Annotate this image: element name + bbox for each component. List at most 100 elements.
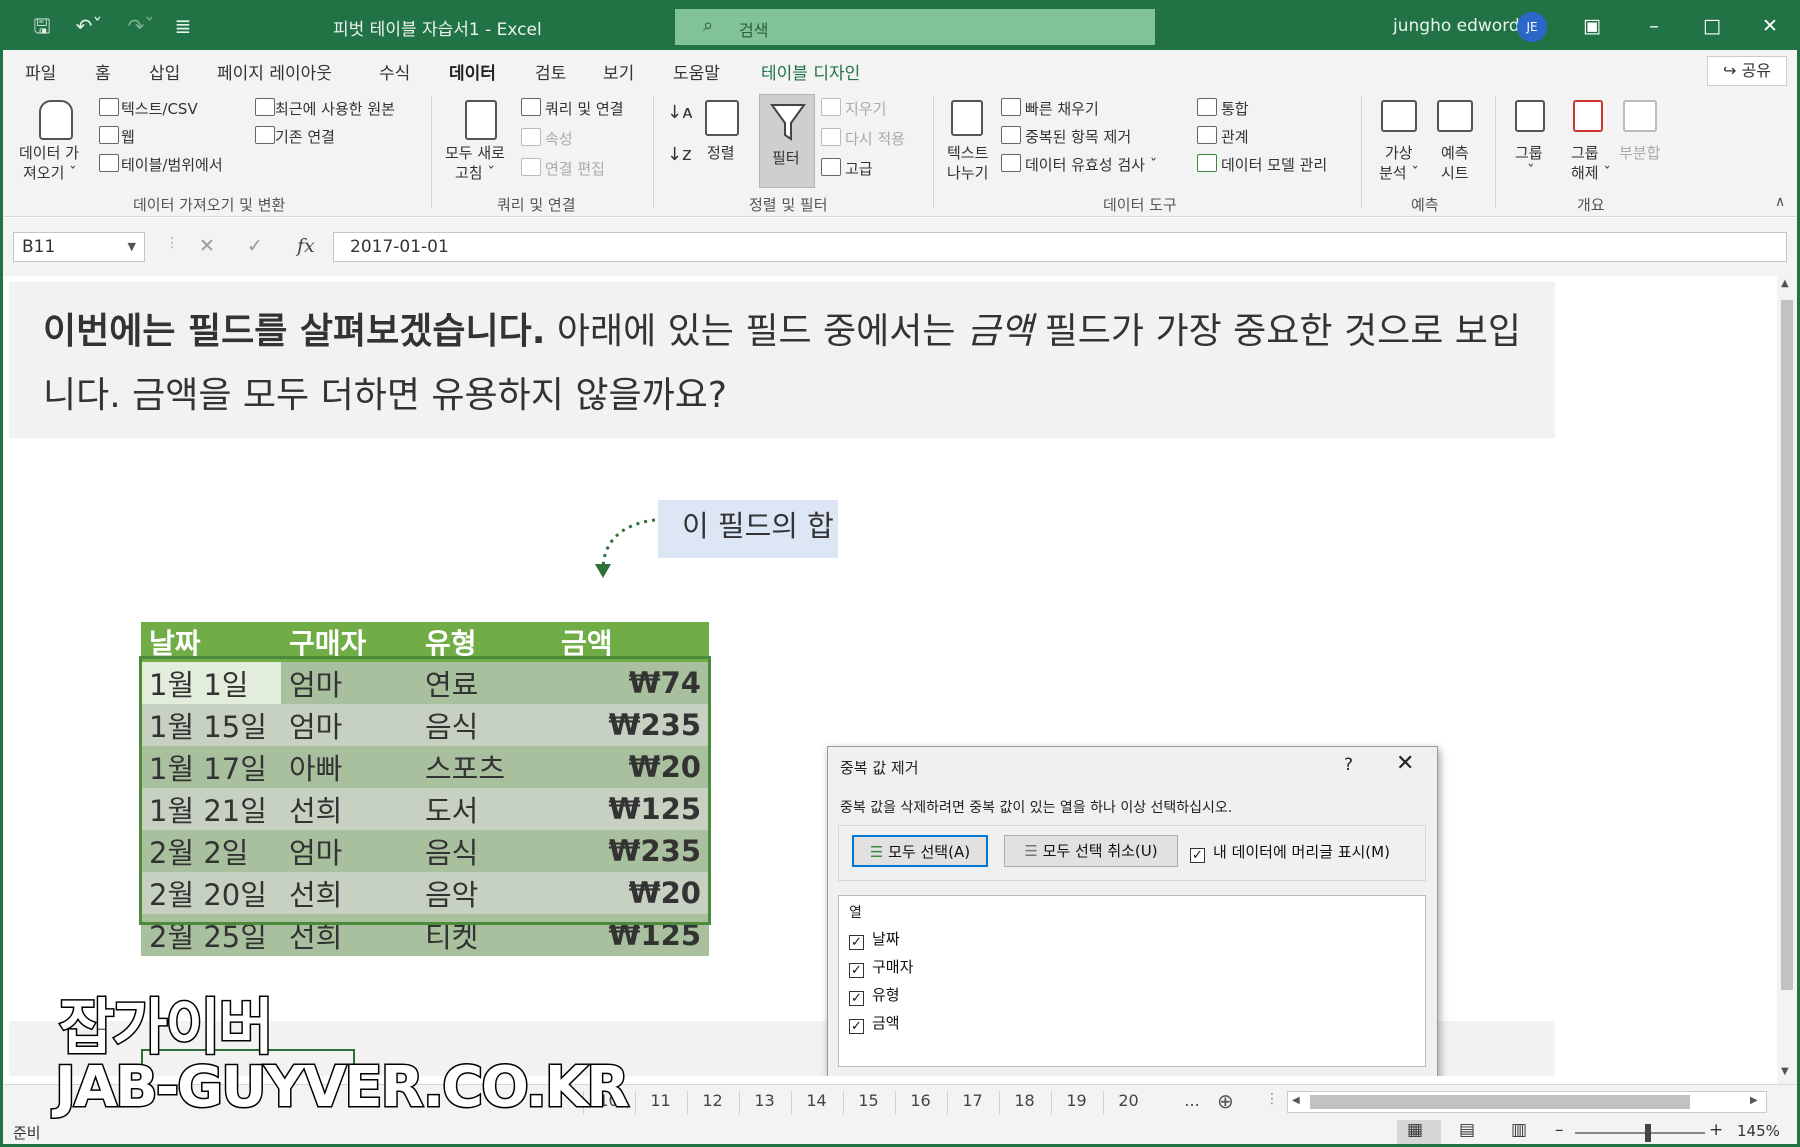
- vertical-scrollbar[interactable]: ▲ ▼: [1777, 276, 1797, 1084]
- chevron-down-icon[interactable]: ▼: [128, 233, 136, 261]
- refresh-all-label-2[interactable]: 고침 ˇ: [455, 162, 495, 183]
- formula-input[interactable]: 2017-01-01: [333, 232, 1787, 262]
- flash-fill-button[interactable]: 빠른 채우기: [1025, 98, 1099, 119]
- table-range-button[interactable]: 테이블/범위에서: [121, 154, 223, 175]
- horizontal-scrollbar[interactable]: ◀ ▶: [1287, 1091, 1767, 1113]
- advanced-button[interactable]: 고급: [845, 158, 873, 179]
- collapse-ribbon-icon[interactable]: ∧: [1775, 194, 1785, 210]
- select-all-button[interactable]: ☰ 모두 선택(A): [852, 835, 988, 867]
- sheet-tab-13[interactable]: 13: [739, 1091, 789, 1115]
- sheet-tab-19[interactable]: 19: [1051, 1091, 1101, 1115]
- get-data-label-1[interactable]: 데이터 가: [19, 142, 79, 163]
- share-button[interactable]: ↪ 공유: [1707, 56, 1787, 86]
- customize-toolbar-icon[interactable]: ≣: [173, 13, 193, 39]
- tab-help[interactable]: 도움말: [673, 59, 720, 84]
- undo-icon[interactable]: ↶ˇ: [69, 13, 109, 39]
- data-model-button[interactable]: 데이터 모델 관리: [1221, 154, 1327, 175]
- help-button[interactable]: ?: [1344, 755, 1353, 775]
- tab-formulas[interactable]: 수식: [379, 59, 410, 84]
- close-icon[interactable]: ✕: [1755, 11, 1785, 41]
- maximize-icon[interactable]: □: [1697, 11, 1727, 41]
- sheet-tab-18[interactable]: 18: [999, 1091, 1049, 1115]
- tab-view[interactable]: 보기: [603, 59, 634, 84]
- web-button[interactable]: 웹: [121, 126, 135, 147]
- zoom-out-icon[interactable]: –: [1555, 1120, 1564, 1140]
- dialog-close-icon[interactable]: ✕: [1396, 751, 1414, 776]
- column-checkbox-type[interactable]: ✓ 유형: [849, 984, 900, 1006]
- insert-function-icon[interactable]: fx: [297, 235, 315, 257]
- sheet-tab-17[interactable]: 17: [947, 1091, 997, 1115]
- ungroup-label-2[interactable]: 해제 ˇ: [1571, 162, 1611, 183]
- tab-review[interactable]: 검토: [535, 59, 566, 84]
- splitter-icon[interactable]: ⋮: [1265, 1091, 1279, 1107]
- what-if-label-1[interactable]: 가상: [1385, 142, 1413, 163]
- sheet-tab-15[interactable]: 15: [843, 1091, 893, 1115]
- tab-data[interactable]: 데이터: [449, 59, 496, 93]
- save-icon[interactable]: 🖫: [29, 13, 55, 39]
- text-csv-button[interactable]: 텍스트/CSV: [121, 98, 198, 119]
- sort-asc-icon[interactable]: ↓ᴀ: [667, 102, 693, 123]
- group-icon: [1515, 100, 1545, 132]
- cancel-entry-icon[interactable]: ✕: [199, 235, 215, 257]
- scroll-up-icon[interactable]: ▲: [1781, 278, 1789, 289]
- queries-conn-button[interactable]: 쿼리 및 연결: [545, 98, 624, 119]
- tab-table-design[interactable]: 테이블 디자인: [761, 59, 860, 84]
- text-to-col-label-2[interactable]: 나누기: [947, 162, 988, 183]
- zoom-slider[interactable]: [1575, 1132, 1705, 1134]
- data-validation-button[interactable]: 데이터 유효성 검사 ˇ: [1025, 154, 1157, 175]
- group-label-2[interactable]: ˇ: [1527, 162, 1535, 180]
- forecast-sheet-label-1[interactable]: 예측: [1441, 142, 1469, 163]
- scroll-thumb[interactable]: [1781, 300, 1793, 990]
- zoom-slider-handle[interactable]: [1645, 1124, 1651, 1142]
- page-layout-view-icon[interactable]: ▤: [1459, 1120, 1475, 1140]
- remove-duplicates-button[interactable]: 중복된 항목 제거: [1025, 126, 1131, 147]
- recent-sources-button[interactable]: 최근에 사용한 원본: [275, 98, 395, 119]
- forecast-sheet-label-2[interactable]: 시트: [1441, 162, 1469, 183]
- ungroup-label-1[interactable]: 그룹: [1571, 142, 1599, 163]
- get-data-label-2[interactable]: 져오기 ˇ: [23, 162, 77, 183]
- zoom-level[interactable]: 145%: [1737, 1122, 1780, 1140]
- headers-checkbox[interactable]: ✓ 내 데이터에 머리글 표시(M): [1190, 841, 1390, 863]
- search-box[interactable]: ⌕ 검색: [675, 9, 1155, 45]
- minimize-icon[interactable]: –: [1639, 11, 1669, 41]
- column-checkbox-date[interactable]: ✓ 날짜: [849, 928, 900, 950]
- tab-insert[interactable]: 삽입: [149, 59, 180, 84]
- name-box[interactable]: B11 ▼: [13, 232, 145, 262]
- avatar[interactable]: JE: [1517, 12, 1547, 42]
- hscroll-thumb[interactable]: [1310, 1095, 1690, 1109]
- add-sheet-icon[interactable]: ⊕: [1217, 1089, 1234, 1113]
- consolidate-button[interactable]: 통합: [1221, 98, 1249, 119]
- scroll-left-icon[interactable]: ◀: [1292, 1095, 1300, 1106]
- sheet-tab-12[interactable]: 12: [687, 1091, 737, 1115]
- sheet-tab-14[interactable]: 14: [791, 1091, 841, 1115]
- column-checkbox-buyer[interactable]: ✓ 구매자: [849, 956, 913, 978]
- confirm-entry-icon[interactable]: ✓: [247, 235, 263, 257]
- sort-desc-icon[interactable]: ↓ᴢ: [667, 144, 692, 165]
- more-sheets-button[interactable]: ...: [1167, 1091, 1217, 1115]
- text-to-col-label-1[interactable]: 텍스트: [947, 142, 988, 163]
- sort-button[interactable]: 정렬: [707, 142, 735, 163]
- tab-file[interactable]: 파일: [25, 59, 56, 84]
- tab-home[interactable]: 홈: [95, 59, 111, 84]
- clear-filter-icon: [821, 98, 841, 116]
- column-list[interactable]: 열 ✓ 날짜 ✓ 구매자 ✓ 유형 ✓ 금액: [838, 895, 1426, 1067]
- sheet-tab-11[interactable]: 11: [635, 1091, 685, 1115]
- sheet-tab-20[interactable]: 20: [1103, 1091, 1153, 1115]
- existing-conn-button[interactable]: 기존 연결: [275, 126, 335, 147]
- column-checkbox-amount[interactable]: ✓ 금액: [849, 1012, 900, 1034]
- sheet-tab-16[interactable]: 16: [895, 1091, 945, 1115]
- deselect-all-button[interactable]: ☰ 모두 선택 취소(U): [1004, 835, 1178, 867]
- page-break-view-icon[interactable]: ▥: [1511, 1120, 1527, 1140]
- group-label-1[interactable]: 그룹: [1515, 142, 1543, 163]
- filter-button[interactable]: 필터: [759, 94, 815, 188]
- scroll-right-icon[interactable]: ▶: [1750, 1095, 1758, 1106]
- ribbon-display-icon[interactable]: ▣: [1577, 11, 1607, 41]
- tab-page-layout[interactable]: 페이지 레이아웃: [217, 59, 332, 84]
- what-if-label-2[interactable]: 분석 ˇ: [1379, 162, 1419, 183]
- deselect-all-label: 모두 선택 취소(U): [1042, 842, 1158, 860]
- worksheet[interactable]: 이번에는 필드를 살펴보겠습니다. 아래에 있는 필드 중에서는 금액 필드가 …: [3, 276, 1777, 1076]
- relationships-button[interactable]: 관계: [1221, 126, 1249, 147]
- refresh-all-label-1[interactable]: 모두 새로: [445, 142, 505, 163]
- scroll-down-icon[interactable]: ▼: [1781, 1066, 1789, 1077]
- zoom-in-icon[interactable]: +: [1709, 1120, 1723, 1140]
